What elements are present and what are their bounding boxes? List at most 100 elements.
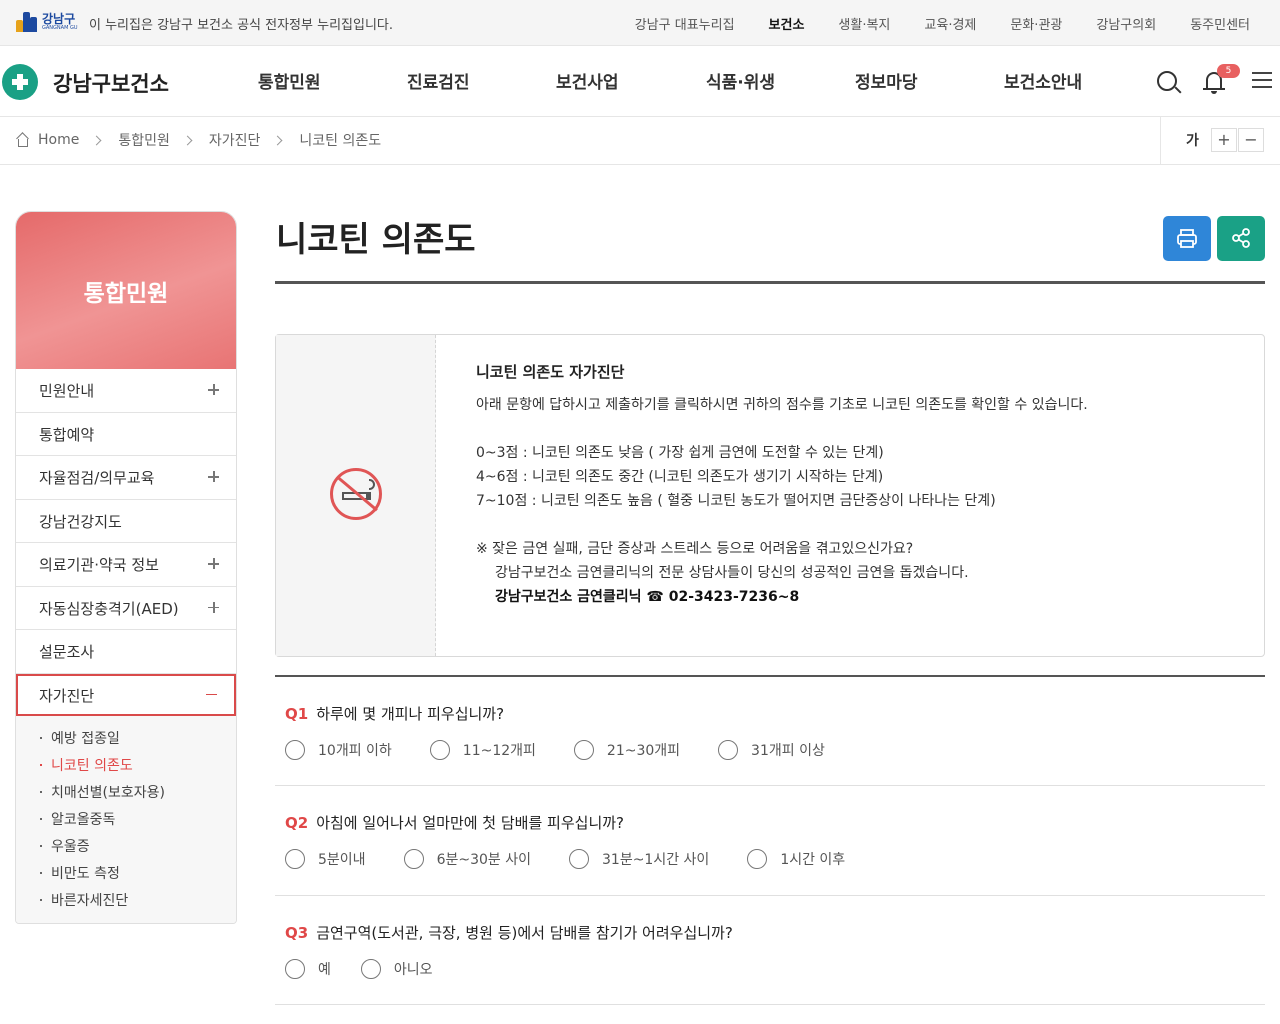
clinic-note: ※ 잦은 금연 실패, 금단 증상과 스트레스 등으로 어려움을 겪고있으신가요… bbox=[476, 541, 914, 557]
font-size-control: 가 + − bbox=[1160, 117, 1280, 165]
radio-button[interactable] bbox=[403, 849, 424, 869]
submenu-item-nicotine[interactable]: 니코틴 의존도 bbox=[16, 755, 236, 782]
nav-item-civil-service[interactable]: 통합민원 bbox=[258, 68, 321, 93]
home-icon bbox=[16, 134, 30, 147]
breadcrumb-civil-service[interactable]: 통합민원 bbox=[118, 130, 170, 150]
sidebar-item-survey[interactable]: 설문조사 bbox=[16, 630, 236, 674]
submenu-item-alcohol[interactable]: 알코올중독 bbox=[16, 809, 236, 836]
option-label: 10개피 이하 bbox=[318, 743, 392, 759]
radio-button[interactable] bbox=[285, 849, 305, 869]
minus-icon bbox=[206, 693, 217, 695]
nav-item-health-programs[interactable]: 보건사업 bbox=[556, 68, 619, 93]
q3-option-yes[interactable]: 예 bbox=[285, 959, 331, 979]
radio-button[interactable] bbox=[285, 959, 305, 979]
breadcrumb-current: 니코틴 의존도 bbox=[299, 133, 382, 149]
nav-item-center-info[interactable]: 보건소안내 bbox=[1004, 68, 1082, 93]
sidebar-item-label: 통합예약 bbox=[39, 425, 95, 444]
nav-item-medical-checkup[interactable]: 진료검진 bbox=[407, 68, 470, 93]
submenu-item-label: 알코올중독 bbox=[51, 811, 116, 828]
gov-logo-sub: GANGNAM GU bbox=[42, 25, 78, 31]
sidebar-menu: 민원안내 통합예약 자율점검/의무교육 강남건강지도 의료기관·약국 정보 자동… bbox=[16, 369, 236, 716]
submenu-item-label: 예방 접종일 bbox=[51, 730, 120, 747]
sidebar-item-reservation[interactable]: 통합예약 bbox=[16, 413, 236, 456]
hamburger-menu-icon[interactable] bbox=[1252, 71, 1272, 89]
q1-option-2[interactable]: 11~12개피 bbox=[429, 740, 536, 760]
chevron-right-icon bbox=[91, 135, 102, 145]
print-button[interactable] bbox=[1163, 216, 1211, 261]
nav-item-information[interactable]: 정보마당 bbox=[855, 68, 918, 93]
plus-icon bbox=[208, 558, 219, 569]
info-content: 니코틴 의존도 자가진단 아래 문항에 답하시고 제출하기를 클릭하시면 귀하의… bbox=[476, 361, 1236, 609]
no-smoking-icon bbox=[330, 468, 382, 520]
nav-item-food-hygiene[interactable]: 식품·위생 bbox=[706, 68, 775, 93]
q2-option-3[interactable]: 31분~1시간 사이 bbox=[569, 849, 709, 869]
option-label: 아니오 bbox=[393, 962, 433, 978]
submenu-item-label: 비만도 측정 bbox=[51, 865, 120, 882]
sidebar-item-aed[interactable]: 자동심장충격기(AED) bbox=[16, 587, 236, 630]
question-divider bbox=[275, 1004, 1265, 1005]
question-text: 금연구역(도서관, 극장, 병원 등)에서 담배를 참기가 어려우십니까? bbox=[316, 924, 733, 942]
top-link-council[interactable]: 강남구의회 bbox=[1096, 14, 1156, 33]
top-link-health-center[interactable]: 보건소 bbox=[769, 14, 805, 33]
top-link-culture[interactable]: 문화·관광 bbox=[1010, 14, 1062, 33]
top-link-welfare[interactable]: 생활·복지 bbox=[838, 14, 890, 33]
score-level-high: 7~10점 : 니코틴 의존도 높음 ( 혈중 니코틴 농도가 떨어지면 금단증… bbox=[476, 493, 996, 509]
radio-button[interactable] bbox=[360, 959, 381, 979]
q3-option-no[interactable]: 아니오 bbox=[360, 959, 433, 979]
print-icon bbox=[1177, 229, 1197, 248]
search-icon[interactable] bbox=[1157, 71, 1177, 91]
submenu-item-posture[interactable]: 바른자세진단 bbox=[16, 890, 236, 917]
font-size-label: 가 bbox=[1186, 133, 1199, 149]
q1-option-1[interactable]: 10개피 이하 bbox=[285, 740, 392, 760]
submenu-item-dementia[interactable]: 치매선별(보호자용) bbox=[16, 782, 236, 809]
radio-button[interactable] bbox=[429, 740, 450, 760]
submenu-item-vaccination[interactable]: 예방 접종일 bbox=[16, 728, 236, 755]
option-label: 31분~1시간 사이 bbox=[602, 852, 710, 868]
radio-button[interactable] bbox=[747, 849, 768, 869]
submenu-item-obesity[interactable]: 비만도 측정 bbox=[16, 863, 236, 890]
gangnam-gu-logo[interactable]: 강남구 GANGNAM GU bbox=[16, 12, 78, 32]
share-button[interactable] bbox=[1217, 216, 1265, 261]
top-link-education[interactable]: 교육·경제 bbox=[924, 14, 976, 33]
submenu-item-depression[interactable]: 우울증 bbox=[16, 836, 236, 863]
option-label: 1시간 이후 bbox=[780, 852, 846, 868]
q2-option-4[interactable]: 1시간 이후 bbox=[747, 849, 845, 869]
top-utility-bar: 강남구 GANGNAM GU 이 누리집은 강남구 보건소 공식 전자정부 누리… bbox=[0, 0, 1280, 46]
question-text: 아침에 일어나서 얼마만에 첫 담배를 피우십니까? bbox=[316, 814, 625, 832]
q1-option-3[interactable]: 21~30개피 bbox=[573, 740, 680, 760]
top-link-community-center[interactable]: 동주민센터 bbox=[1190, 14, 1250, 33]
sidebar-item-civil-guide[interactable]: 민원안내 bbox=[16, 369, 236, 413]
gangnam-logo-icon bbox=[16, 12, 38, 32]
sidebar-item-label: 민원안내 bbox=[39, 382, 95, 400]
top-link-main-site[interactable]: 강남구 대표누리집 bbox=[635, 14, 735, 33]
radio-button[interactable] bbox=[573, 740, 594, 760]
top-links: 강남구 대표누리집 보건소 생활·복지 교육·경제 문화·관광 강남구의회 동주… bbox=[601, 14, 1250, 33]
question-text: 하루에 몇 개피나 피우십니까? bbox=[316, 705, 505, 723]
radio-button[interactable] bbox=[285, 740, 305, 760]
sidebar-item-self-inspection[interactable]: 자율점검/의무교육 bbox=[16, 456, 236, 500]
option-label: 5분이내 bbox=[318, 852, 366, 868]
radio-button[interactable] bbox=[569, 849, 589, 869]
question-number: Q3 bbox=[285, 924, 309, 942]
font-decrease-button[interactable]: − bbox=[1238, 128, 1264, 152]
clinic-note-detail: 강남구보건소 금연클리닉의 전문 상담사들이 당신의 성공적인 금연을 돕겠습니… bbox=[495, 565, 969, 581]
main-navigation: 통합민원 진료검진 보건사업 식품·위생 정보마당 보건소안내 bbox=[0, 68, 1280, 98]
breadcrumb-home[interactable]: Home bbox=[38, 132, 79, 148]
q2-option-1[interactable]: 5분이내 bbox=[285, 849, 366, 869]
info-box: 니코틴 의존도 자가진단 아래 문항에 답하시고 제출하기를 클릭하시면 귀하의… bbox=[275, 334, 1265, 657]
sidebar-item-label: 의료기관·약국 정보 bbox=[39, 556, 159, 574]
share-icon bbox=[1232, 228, 1250, 248]
q1-option-4[interactable]: 31개피 이상 bbox=[718, 740, 825, 760]
site-header: 강남구보건소 통합민원 진료검진 보건사업 식품·위생 정보마당 보건소안내 5 bbox=[0, 47, 1280, 117]
breadcrumb-self-diagnosis[interactable]: 자가진단 bbox=[209, 130, 261, 150]
info-icon-column bbox=[276, 335, 436, 656]
gov-logo-text: 강남구 bbox=[42, 12, 76, 26]
sidebar-item-medical-pharmacy[interactable]: 의료기관·약국 정보 bbox=[16, 543, 236, 587]
sidebar-item-health-map[interactable]: 강남건강지도 bbox=[16, 500, 236, 543]
font-increase-button[interactable]: + bbox=[1211, 128, 1237, 152]
q2-option-2[interactable]: 6분~30분 사이 bbox=[403, 849, 531, 869]
sidebar-item-label: 강남건강지도 bbox=[39, 512, 122, 531]
notification-badge: 5 bbox=[1217, 64, 1240, 78]
radio-button[interactable] bbox=[718, 740, 739, 760]
sidebar-item-self-diagnosis[interactable]: 자가진단 bbox=[16, 673, 236, 716]
